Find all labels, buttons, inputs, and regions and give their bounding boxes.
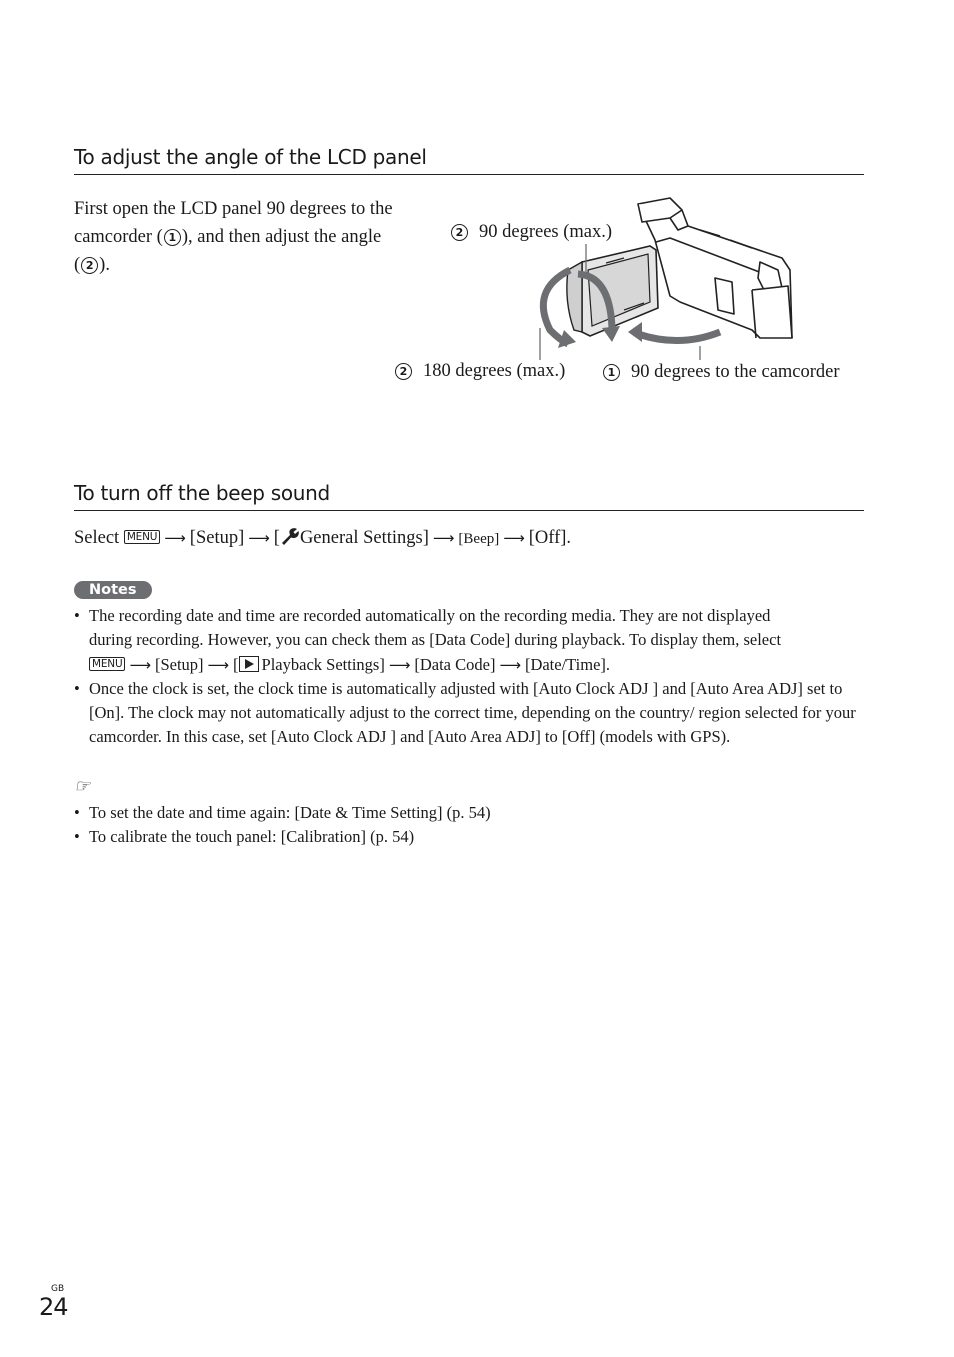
section-heading-lcd-angle: To adjust the angle of the LCD panel (74, 145, 427, 169)
intro-line-2: camcorder (1), and then adjust the angle (74, 223, 434, 251)
select-text: Select (74, 528, 120, 548)
intro-text: camcorder ( (74, 227, 163, 247)
tip-item: To calibrate the touch panel: [Calibrati… (74, 825, 864, 850)
step-off: [Off]. (528, 528, 572, 548)
intro-line-1: First open the LCD panel 90 degrees to t… (74, 199, 393, 219)
lcd-angle-instructions: First open the LCD panel 90 degrees to t… (74, 195, 434, 279)
menu-key-icon: MENU (123, 530, 161, 544)
circled-number-2: 2 (395, 363, 412, 380)
heading-rule (74, 510, 864, 511)
page-number: 24 (39, 1293, 69, 1321)
circled-number-2: 2 (451, 224, 468, 241)
step-setup: [Setup] (154, 654, 204, 674)
arrow-icon: ⟶ (503, 529, 525, 547)
arrow-icon: ⟶ (164, 529, 186, 547)
menu-key-icon: MENU (89, 656, 126, 671)
arrow-icon: ⟶ (207, 655, 230, 674)
label-90-degrees-to-camcorder: 1 90 degrees to the camcorder (602, 362, 840, 383)
intro-line-3: (2). (74, 251, 434, 279)
intro-text: ). (99, 255, 110, 275)
step-data-code: [Data Code] (414, 654, 496, 674)
circled-number-1: 1 (603, 364, 620, 381)
tips-list: To set the date and time again: [Date & … (74, 801, 864, 850)
wrench-icon (281, 528, 299, 545)
arrow-icon: ⟶ (499, 655, 521, 674)
arrow-icon: ⟶ (129, 655, 151, 674)
notes-list: The recording date and time are recorded… (74, 604, 864, 750)
step-general-settings: General Settings] (299, 528, 429, 548)
arrow-icon: ⟶ (388, 655, 411, 674)
notes-badge: Notes (74, 581, 152, 599)
label-text: 180 degrees (max.) (423, 361, 566, 381)
note-text: The recording date and time are recorded… (89, 606, 771, 625)
note-text: Once the clock is set, the clock time is… (89, 678, 856, 747)
tip-item: To set the date and time again: [Date & … (74, 801, 864, 826)
step-beep: [Beep] (458, 531, 500, 547)
label-180-degrees-max: 2 180 degrees (max.) (394, 361, 565, 382)
intro-text: ), and then adjust the angle (181, 227, 382, 247)
note-menu-path: MENU ⟶ [Setup] ⟶[Playback Settings] ⟶ [Data C… (89, 653, 864, 677)
arrow-open-panel (636, 328, 722, 344)
label-text: 90 degrees to the camcorder (631, 362, 840, 382)
arrow-icon: ⟶ (248, 529, 270, 547)
step-setup: [Setup] (189, 528, 245, 548)
section-heading-beep: To turn off the beep sound (74, 481, 330, 505)
circled-number-2: 2 (81, 257, 99, 274)
circled-number-1: 1 (163, 229, 181, 246)
camcorder-body (637, 197, 793, 339)
step-playback-settings: Playback Settings] (261, 654, 385, 674)
note-text: during recording. However, you can check… (89, 630, 782, 650)
intro-text: ( (74, 255, 81, 275)
step-date-time: [Date/Time]. (524, 654, 611, 674)
play-icon (238, 655, 259, 672)
camcorder-lcd-rotation-illustration (539, 197, 793, 360)
arrow-icon: ⟶ (432, 529, 455, 547)
beep-instructions: Select MENU ⟶ [Setup] ⟶[General Settings] ⟶[… (74, 524, 571, 553)
note-item: Once the clock is set, the clock time is… (74, 677, 859, 750)
note-item: The recording date and time are recorded… (74, 604, 864, 677)
pointing-hand-icon: ☞ (74, 776, 91, 796)
heading-rule (74, 174, 864, 175)
